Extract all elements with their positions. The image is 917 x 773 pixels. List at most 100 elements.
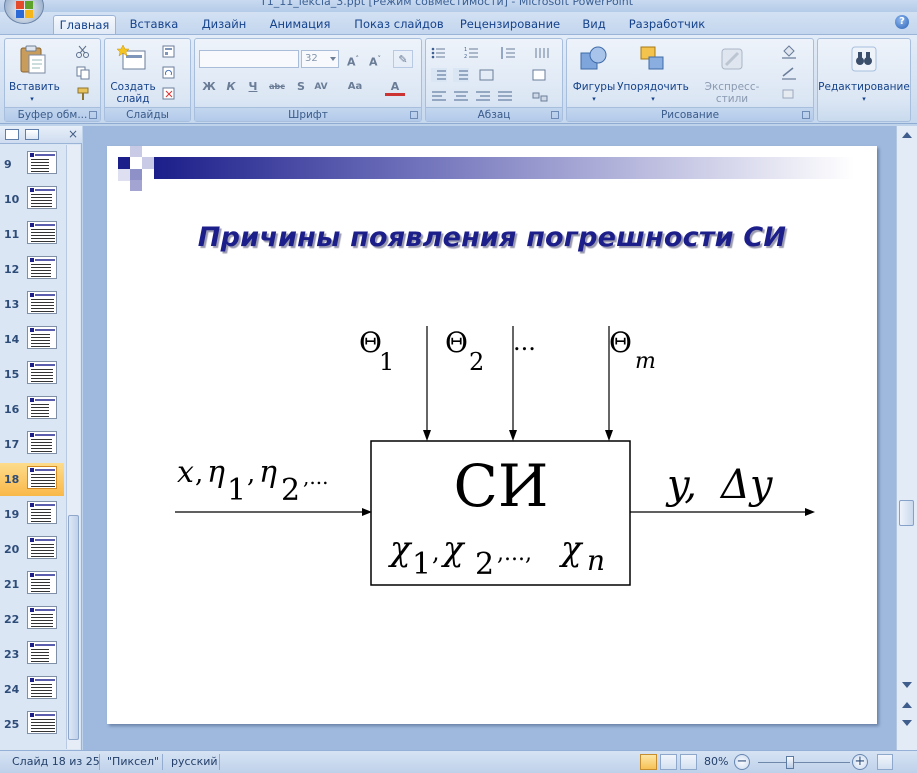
slide-thumbnail-image [27, 151, 57, 174]
outline-tab-icon[interactable] [25, 129, 39, 140]
fit-to-window-icon[interactable] [877, 754, 893, 770]
drawing-launcher-icon[interactable] [802, 111, 810, 119]
align-text-icon[interactable] [532, 68, 548, 82]
slide-thumbnail[interactable]: 25 [0, 708, 64, 741]
tab-developer[interactable]: Разработчик [624, 15, 710, 34]
tab-review[interactable]: Рецензирование [458, 15, 562, 34]
slide-thumbnail[interactable]: 20 [0, 533, 64, 566]
increase-indent-icon[interactable] [453, 68, 469, 82]
panel-scrollbar[interactable] [66, 145, 80, 749]
slide-thumbnail[interactable]: 24 [0, 673, 64, 706]
change-case-icon[interactable]: Aa [345, 78, 365, 96]
tab-slideshow[interactable]: Показ слайдов [350, 15, 448, 34]
strikethrough-icon[interactable]: abc [267, 78, 287, 96]
zoom-in-icon[interactable]: + [852, 754, 868, 770]
paste-button[interactable]: Вставить ▾ [9, 43, 60, 105]
quick-styles-button[interactable]: Экспресс-стили ▾ [691, 43, 773, 117]
slide-thumbnail[interactable]: 22 [0, 603, 64, 636]
font-launcher-icon[interactable] [410, 111, 418, 119]
bullets-icon[interactable] [431, 46, 447, 60]
smartart-icon[interactable] [532, 90, 548, 104]
slide-thumbnail-number: 13 [4, 298, 20, 311]
tab-view[interactable]: Вид [576, 15, 612, 34]
underline-icon[interactable]: Ч [243, 78, 263, 96]
slide-thumbnail[interactable]: 21 [0, 568, 64, 601]
slide-canvas[interactable]: Причины появления погрешности СИ Θ 1 Θ 2… [107, 146, 877, 724]
copy-icon[interactable] [75, 66, 91, 80]
slide-thumbnail[interactable]: 16 [0, 393, 64, 426]
scroll-up-icon[interactable] [902, 132, 912, 138]
slide-thumbnail[interactable]: 15 [0, 358, 64, 391]
shrink-font-icon[interactable]: A˅ [365, 50, 385, 69]
slide-sorter-view-icon[interactable] [660, 754, 677, 770]
font-color-icon[interactable]: A [385, 78, 405, 96]
normal-view-icon[interactable] [640, 754, 657, 770]
language-indicator[interactable]: русский [171, 755, 218, 768]
slideshow-view-icon[interactable] [680, 754, 697, 770]
help-icon[interactable]: ? [895, 15, 909, 29]
slide-thumbnail[interactable]: 14 [0, 323, 64, 356]
panel-scroll-thumb[interactable] [68, 515, 79, 740]
cut-icon[interactable] [75, 45, 91, 59]
zoom-slider-knob[interactable] [786, 756, 794, 769]
previous-slide-icon[interactable] [902, 702, 912, 708]
text-direction-icon[interactable] [479, 68, 495, 82]
slide-thumbnail[interactable]: 13 [0, 288, 64, 321]
zoom-level[interactable]: 80% [704, 755, 728, 768]
decrease-indent-icon[interactable] [431, 68, 447, 82]
slide-thumbnail[interactable]: 11 [0, 218, 64, 251]
slide-thumbnail[interactable]: 19 [0, 498, 64, 531]
line-spacing-icon[interactable] [500, 46, 516, 60]
slide-thumbnail-number: 17 [4, 438, 20, 451]
grow-font-icon[interactable]: A˄ [343, 50, 363, 69]
delete-slide-icon[interactable] [162, 87, 178, 101]
slide-thumbnail[interactable]: 10 [0, 183, 64, 216]
align-center-icon[interactable] [453, 90, 469, 104]
shape-fill-icon[interactable] [781, 45, 797, 59]
vertical-scroll-thumb[interactable] [899, 500, 914, 526]
shape-outline-icon[interactable] [781, 66, 797, 80]
tab-animation[interactable]: Анимация [262, 15, 338, 34]
tab-home[interactable]: Главная [53, 15, 116, 34]
italic-icon[interactable]: К [221, 78, 241, 96]
scroll-down-icon[interactable] [902, 682, 912, 688]
font-size-combo[interactable]: 32 [301, 50, 339, 68]
paragraph-launcher-icon[interactable] [551, 111, 559, 119]
justify-icon[interactable] [497, 90, 513, 104]
editing-button[interactable]: Редактирование ▾ [818, 43, 910, 105]
slide-thumbnail[interactable]: 9 [0, 148, 64, 181]
layout-icon[interactable] [162, 45, 178, 59]
arrowhead-theta-1 [423, 430, 431, 441]
slide-thumbnail[interactable]: 23 [0, 638, 64, 671]
new-slide-button[interactable]: Создать слайд [108, 43, 158, 105]
zoom-slider-track[interactable] [758, 762, 850, 763]
spacing-icon[interactable]: AV [311, 78, 331, 96]
shapes-button[interactable]: Фигуры ▾ [571, 43, 617, 105]
numbering-icon[interactable]: 12 [464, 46, 480, 60]
align-left-icon[interactable] [431, 90, 447, 104]
columns-icon[interactable] [534, 46, 550, 60]
title-bar: T1_11_lekcia_3.ppt [Режим совместимости]… [0, 0, 917, 12]
shadow-icon[interactable]: S [291, 78, 311, 96]
format-painter-icon[interactable] [75, 87, 91, 101]
align-right-icon[interactable] [475, 90, 491, 104]
tab-insert[interactable]: Вставка [124, 15, 184, 34]
slide-thumbnail[interactable]: 18 [0, 463, 64, 496]
zoom-out-icon[interactable]: − [734, 754, 750, 770]
input-sep-1: , [195, 459, 203, 489]
slide-thumbnail-image [27, 186, 57, 209]
close-panel-icon[interactable]: × [68, 128, 78, 140]
font-name-combo[interactable] [199, 50, 299, 68]
slides-tab-icon[interactable] [5, 129, 19, 140]
tab-design[interactable]: Дизайн [196, 15, 252, 34]
next-slide-icon[interactable] [902, 720, 912, 726]
vertical-scrollbar[interactable] [896, 126, 917, 750]
slide-thumbnail[interactable]: 12 [0, 253, 64, 286]
bold-icon[interactable]: Ж [199, 78, 219, 96]
arrange-button[interactable]: Упорядочить ▾ [617, 43, 689, 105]
clear-format-icon[interactable]: ✎ [393, 50, 413, 68]
slide-thumbnail[interactable]: 17 [0, 428, 64, 461]
clipboard-launcher-icon[interactable] [89, 111, 97, 119]
shape-effects-icon[interactable] [781, 87, 797, 101]
reset-slide-icon[interactable] [162, 66, 178, 80]
